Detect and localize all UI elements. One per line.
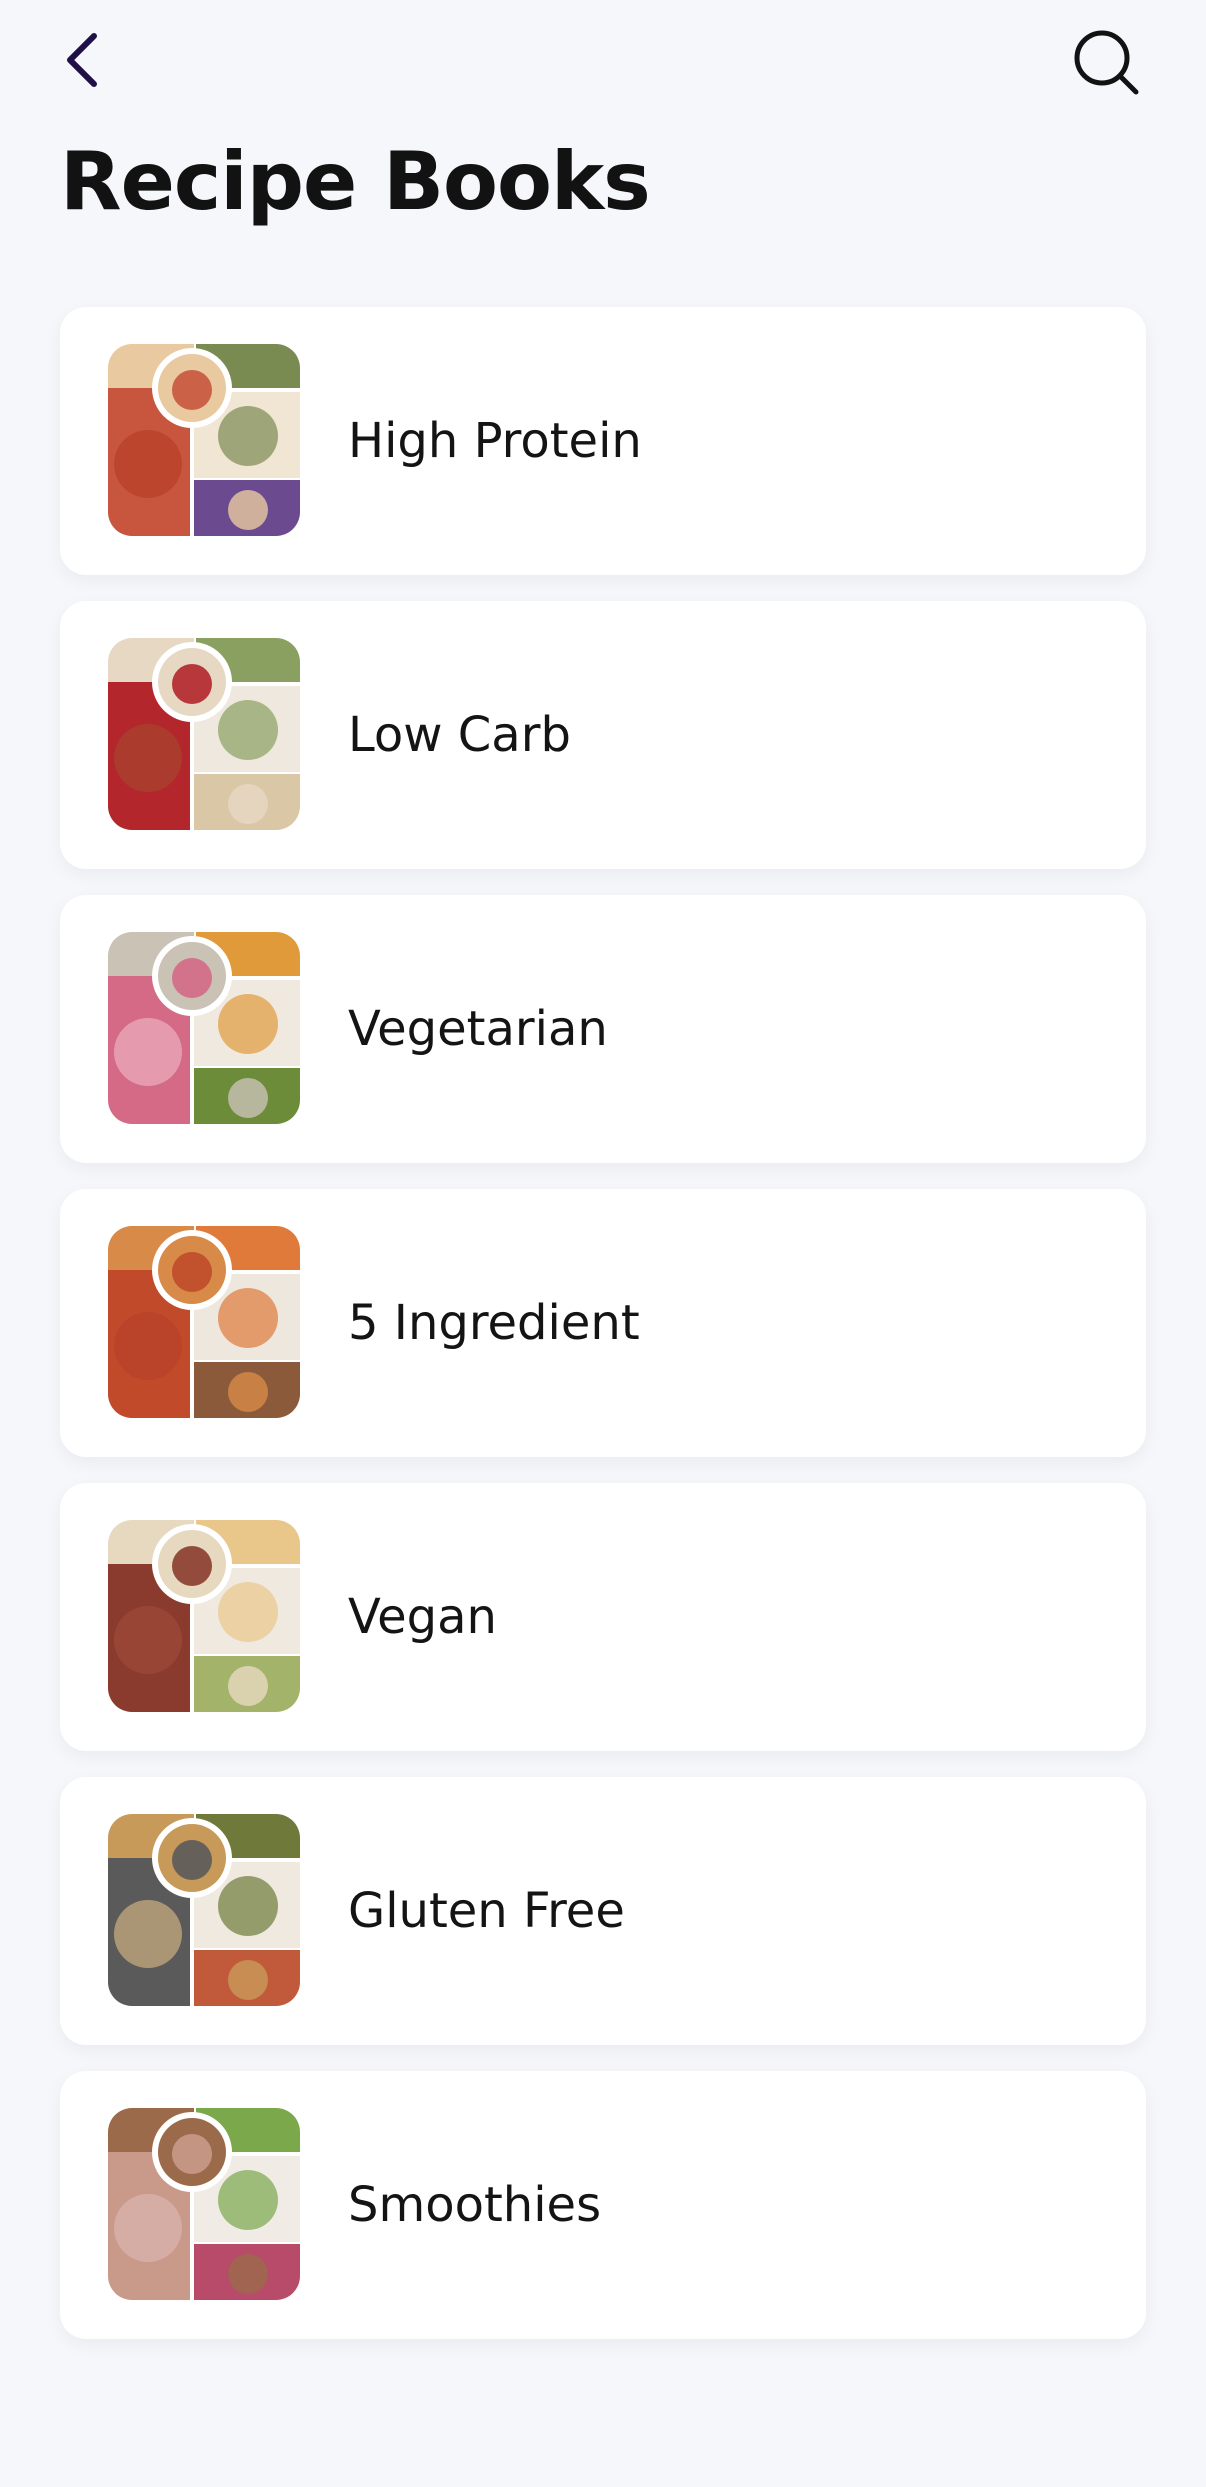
- recipe-book-title: Vegetarian: [348, 1001, 608, 1057]
- recipe-book-cover-image: [108, 638, 300, 830]
- recipe-book-card[interactable]: High Protein: [60, 307, 1146, 575]
- back-button[interactable]: [56, 28, 112, 92]
- recipe-book-cover-image: [108, 1520, 300, 1712]
- search-icon: [1074, 30, 1139, 95]
- recipe-book-title: Low Carb: [348, 707, 571, 763]
- recipe-book-title: 5 Ingredient: [348, 1295, 640, 1351]
- page-title: Recipe Books: [60, 135, 651, 228]
- recipe-book-list: High Protein Low Carb Vegetarian 5 Ingredie…: [60, 307, 1146, 2365]
- recipe-book-cover-image: [108, 344, 300, 536]
- chevron-left-icon: [67, 33, 97, 87]
- recipe-book-title: High Protein: [348, 413, 642, 469]
- recipe-book-card[interactable]: Vegetarian: [60, 895, 1146, 1163]
- recipe-book-card[interactable]: Vegan: [60, 1483, 1146, 1751]
- recipe-books-screen: Recipe Books High Protein Low Carb Vegetar…: [0, 0, 1206, 2487]
- recipe-book-cover-image: [108, 1814, 300, 2006]
- recipe-book-card[interactable]: Low Carb: [60, 601, 1146, 869]
- recipe-book-cover-image: [108, 932, 300, 1124]
- recipe-book-card[interactable]: Smoothies: [60, 2071, 1146, 2339]
- recipe-book-cover-image: [108, 2108, 300, 2300]
- recipe-book-cover-image: [108, 1226, 300, 1418]
- recipe-book-title: Gluten Free: [348, 1883, 625, 1939]
- recipe-book-card[interactable]: 5 Ingredient: [60, 1189, 1146, 1457]
- recipe-book-title: Vegan: [348, 1589, 497, 1645]
- search-button[interactable]: [1070, 26, 1142, 98]
- recipe-book-card[interactable]: Gluten Free: [60, 1777, 1146, 2045]
- top-bar: [0, 0, 1206, 130]
- recipe-book-title: Smoothies: [348, 2177, 602, 2233]
